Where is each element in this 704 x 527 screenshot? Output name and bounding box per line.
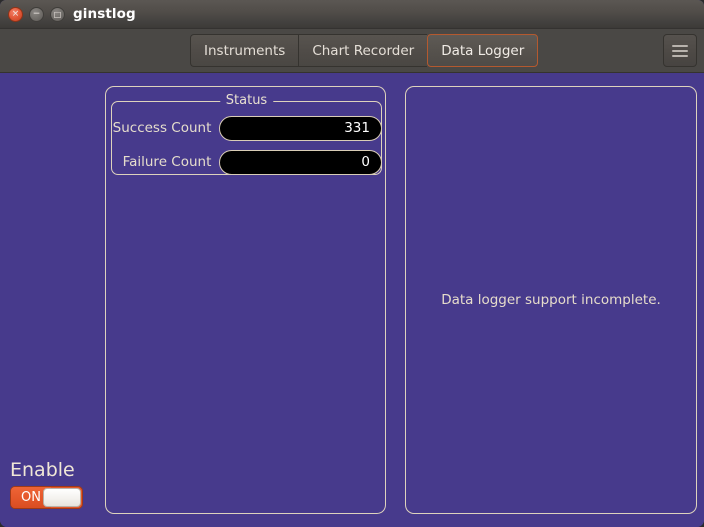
failure-count-row: Failure Count 0 xyxy=(111,149,382,175)
success-count-row: Success Count 331 xyxy=(111,115,382,141)
tab-data-logger-label: Data Logger xyxy=(441,42,525,59)
right-panel: Data logger support incomplete. xyxy=(405,86,697,514)
tab-chart-recorder[interactable]: Chart Recorder xyxy=(298,34,428,67)
hamburger-menu-button[interactable] xyxy=(663,34,697,67)
window-title: ginstlog xyxy=(73,6,136,22)
success-count-value[interactable]: 331 xyxy=(219,115,382,141)
menu-icon-line xyxy=(672,49,688,52)
tab-instruments-label: Instruments xyxy=(204,42,286,59)
tab-group: Instruments Chart Recorder Data Logger xyxy=(190,34,539,67)
enable-label: Enable xyxy=(10,459,75,481)
failure-count-label: Failure Count xyxy=(122,154,212,170)
status-group-box: Status Success Count 331 Failure Count 0 xyxy=(111,93,382,175)
tab-data-logger[interactable]: Data Logger xyxy=(427,34,539,67)
content-area: Status Success Count 331 Failure Count 0… xyxy=(0,73,704,527)
menu-icon-line xyxy=(672,54,688,57)
data-logger-message: Data logger support incomplete. xyxy=(441,292,661,308)
enable-toggle-switch[interactable]: ON xyxy=(10,486,83,509)
enable-toggle-knob[interactable] xyxy=(43,488,81,507)
menu-icon-line xyxy=(672,44,688,47)
maximize-window-button[interactable]: □ xyxy=(50,7,65,22)
enable-control: Enable ON xyxy=(10,459,83,509)
application-window: × − □ ginstlog Instruments Chart Recorde… xyxy=(0,0,704,527)
title-bar: × − □ ginstlog xyxy=(0,0,704,29)
tab-instruments[interactable]: Instruments xyxy=(190,34,299,67)
success-count-label: Success Count xyxy=(112,120,212,136)
left-panel: Status Success Count 331 Failure Count 0 xyxy=(105,86,386,514)
failure-count-value[interactable]: 0 xyxy=(219,149,382,175)
toolbar: Instruments Chart Recorder Data Logger xyxy=(0,29,704,73)
close-icon: × xyxy=(11,9,20,19)
close-window-button[interactable]: × xyxy=(8,7,23,22)
maximize-icon: □ xyxy=(53,9,62,19)
minimize-window-button[interactable]: − xyxy=(29,7,44,22)
tab-chart-recorder-label: Chart Recorder xyxy=(312,42,415,59)
minimize-icon: − xyxy=(32,9,41,19)
status-group-legend: Status xyxy=(219,93,274,109)
